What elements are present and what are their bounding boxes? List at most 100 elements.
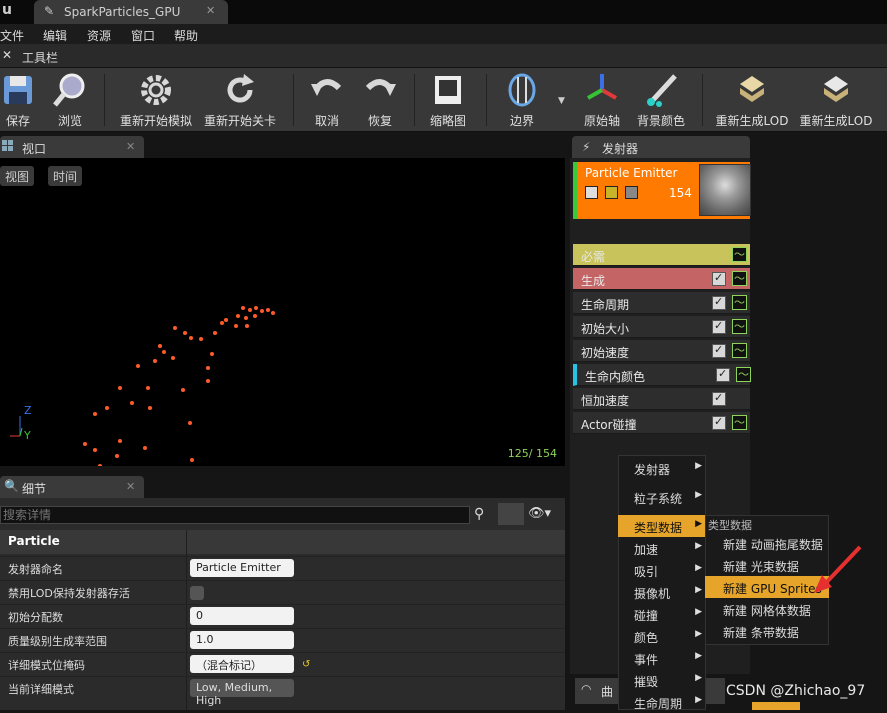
module-lifetime[interactable]: 生命周期 [573, 292, 750, 314]
regen-lod-label-1: 重新生成LOD [715, 114, 789, 128]
menu-help[interactable]: 帮助 [174, 27, 198, 44]
module-checkbox[interactable] [712, 271, 726, 286]
module-color-over-life[interactable]: 生命内颜色 [573, 364, 751, 386]
submenu-item-beam[interactable]: 新建 光束数据 [705, 554, 829, 576]
menu-item-event[interactable]: 事件 ▶ [618, 647, 706, 669]
regen-lod-button-1[interactable]: 重新生成LOD [712, 68, 792, 132]
undo-button[interactable]: 取消 [306, 68, 348, 132]
eye-icon[interactable]: 👁▾ [528, 506, 551, 521]
module-checkbox[interactable] [712, 295, 726, 310]
view-options-grid-icon[interactable] [498, 503, 524, 525]
module-const-acceleration[interactable]: 恒加速度 [573, 388, 750, 410]
menu-window[interactable]: 窗口 [131, 27, 155, 44]
curve-icon[interactable] [732, 270, 747, 286]
redo-button[interactable]: 恢复 [358, 68, 402, 132]
emitter-name-field[interactable]: Particle Emitter [190, 559, 294, 577]
reset-arrow-icon[interactable]: ↺ [302, 659, 310, 670]
menu-file[interactable]: 文件 [0, 27, 24, 44]
emitter-s-icon[interactable] [625, 186, 638, 199]
menu-edit[interactable]: 编辑 [43, 27, 67, 44]
bottom-highlight-button[interactable] [752, 702, 800, 710]
menu-asset[interactable]: 资源 [87, 27, 111, 44]
menu-item-kill[interactable]: 摧毁 ▶ [618, 669, 706, 691]
undo-label: 取消 [314, 114, 339, 128]
bounds-dropdown-icon[interactable]: ▼ [558, 96, 565, 106]
gear-restart-icon [141, 75, 171, 105]
initial-allocation-field[interactable]: 0 [190, 607, 294, 625]
property-label: 当前详细模式 [8, 683, 74, 696]
property-row: 详细模式位掩码 （混合标记） ↺ [0, 652, 565, 676]
menu-item-attraction[interactable]: 吸引 ▶ [618, 559, 706, 581]
origin-axis-button[interactable]: 原始轴 [578, 68, 626, 132]
module-checkbox[interactable] [712, 415, 726, 430]
module-checkbox[interactable] [716, 367, 730, 382]
browse-button[interactable]: 浏览 [46, 68, 94, 132]
details-category[interactable]: Particle [0, 530, 565, 554]
module-spawn[interactable]: 生成 [573, 268, 750, 290]
emitter-solo-icon[interactable] [605, 186, 618, 199]
emitters-tab[interactable]: ⚡ 发射器 [572, 136, 750, 158]
detail-mode-dropdown[interactable]: （混合标记） [190, 655, 294, 673]
emitter-particle-count: 154 [669, 186, 692, 200]
toolbar-title: 工具栏 [22, 51, 59, 65]
curve-icon[interactable] [732, 294, 747, 310]
module-checkbox[interactable] [712, 319, 726, 334]
save-button[interactable]: 保存 [0, 68, 36, 132]
close-icon[interactable]: ✕ [126, 140, 135, 153]
menu-item-acceleration[interactable]: 加速 ▶ [618, 537, 706, 559]
refresh-icon [227, 74, 254, 103]
menu-item-collision[interactable]: 碰撞 ▶ [618, 603, 706, 625]
curve-icon[interactable] [732, 342, 747, 358]
menu-item-particle-system[interactable]: 粒子系统 ▶ [618, 486, 706, 508]
bounds-button[interactable]: 边界 [498, 68, 546, 132]
current-detail-mode-field: Low, Medium, High [190, 679, 294, 707]
particle-cloud [10, 306, 275, 466]
restart-level-label: 重新开始关卡 [203, 114, 276, 128]
details-search-input[interactable] [0, 506, 470, 524]
document-tab[interactable]: ✎ SparkParticles_GPU ✕ [34, 0, 228, 24]
curve-icon[interactable] [736, 366, 751, 382]
module-initial-velocity[interactable]: 初始速度 [573, 340, 750, 362]
restart-level-button[interactable]: 重新开始关卡 [200, 68, 280, 132]
property-row: 禁用LOD保持发射器存活 [0, 580, 565, 604]
submenu-item-gpu-sprites[interactable]: 新建 GPU Sprites [705, 576, 829, 598]
background-color-button[interactable]: 背景颜色 [632, 68, 690, 132]
curve-icon[interactable] [732, 246, 747, 262]
emitter-card[interactable]: Particle Emitter 154 [573, 162, 751, 219]
curve-icon[interactable] [732, 414, 747, 430]
undo-icon [311, 79, 342, 96]
disable-lod-checkbox[interactable] [190, 586, 204, 600]
viewport[interactable]: 视图 时间 Z Y 125/ 154 [0, 158, 565, 466]
category-label: Particle [8, 534, 60, 548]
regen-lod-button-2[interactable]: 重新生成LOD [796, 68, 876, 132]
save-label: 保存 [5, 114, 30, 128]
document-tab-label: SparkParticles_GPU [64, 5, 181, 19]
submenu-item-ribbon[interactable]: 新建 条带数据 [705, 620, 829, 642]
module-actor-collision[interactable]: Actor碰撞 [573, 412, 750, 434]
menu-item-type-data[interactable]: 类型数据 ▶ [618, 515, 706, 537]
menu-item-camera[interactable]: 摄像机 ▶ [618, 581, 706, 603]
restart-sim-button[interactable]: 重新开始模拟 [114, 68, 198, 132]
regen-lod-icon [824, 76, 848, 102]
thumbnail-icon [435, 76, 461, 104]
property-label: 初始分配数 [8, 611, 63, 624]
curve-icon[interactable] [732, 318, 747, 334]
close-icon[interactable]: ✕ [126, 480, 135, 493]
thumbnail-button[interactable]: 缩略图 [424, 68, 472, 132]
menu-item-emitter[interactable]: 发射器 ▶ [618, 457, 706, 479]
submenu-item-anim-trail[interactable]: 新建 动画拖尾数据 [705, 532, 829, 554]
viewport-tab-label: 视口 [22, 142, 47, 156]
quality-range-field[interactable]: 1.0 [190, 631, 294, 649]
module-checkbox[interactable] [712, 391, 726, 406]
menu-bar: 文件 编辑 资源 窗口 帮助 [0, 24, 887, 44]
module-required[interactable]: 必需 [573, 244, 750, 266]
module-checkbox[interactable] [712, 343, 726, 358]
emitter-enable-checkbox[interactable] [585, 186, 598, 199]
close-icon[interactable]: ✕ [206, 4, 215, 17]
search-icon[interactable]: ⚲ [474, 506, 484, 522]
menu-item-color[interactable]: 颜色 ▶ [618, 625, 706, 647]
details-tab[interactable]: 🔍 细节 ✕ [0, 476, 144, 498]
viewport-tab[interactable]: 视口 ✕ [0, 136, 144, 158]
module-initial-size[interactable]: 初始大小 [573, 316, 750, 338]
submenu-item-mesh[interactable]: 新建 网格体数据 [705, 598, 829, 620]
